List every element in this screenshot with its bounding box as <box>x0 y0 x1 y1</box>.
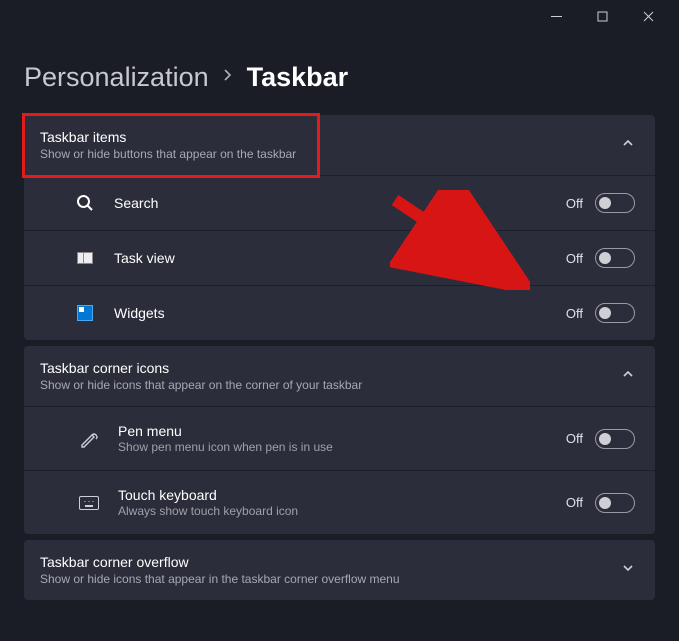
toggle-state: Off <box>566 495 583 510</box>
close-button[interactable] <box>625 0 671 32</box>
page-header: Personalization Taskbar <box>0 32 679 115</box>
section-subtitle: Show or hide icons that appear on the co… <box>40 378 362 392</box>
taskbar-item-taskview[interactable]: Task view Off <box>24 230 655 285</box>
item-label: Search <box>114 195 566 211</box>
section-header-corner-icons[interactable]: Taskbar corner icons Show or hide icons … <box>24 346 655 406</box>
item-sublabel: Show pen menu icon when pen is in use <box>118 440 566 454</box>
corner-item-penmenu[interactable]: Pen menu Show pen menu icon when pen is … <box>24 406 655 470</box>
taskbar-item-widgets[interactable]: Widgets Off <box>24 285 655 340</box>
item-sublabel: Always show touch keyboard icon <box>118 504 566 518</box>
search-icon <box>74 192 96 214</box>
section-corner-icons: Taskbar corner icons Show or hide icons … <box>24 346 655 534</box>
window-titlebar <box>0 0 679 32</box>
pen-icon <box>78 428 100 450</box>
toggle-touchkeyboard[interactable] <box>595 493 635 513</box>
toggle-taskview[interactable] <box>595 248 635 268</box>
section-header-corner-overflow[interactable]: Taskbar corner overflow Show or hide ico… <box>24 540 655 600</box>
section-subtitle: Show or hide buttons that appear on the … <box>40 147 296 161</box>
section-title: Taskbar items <box>40 129 296 145</box>
taskbar-item-search[interactable]: Search Off <box>24 175 655 230</box>
chevron-down-icon <box>621 561 635 580</box>
toggle-search[interactable] <box>595 193 635 213</box>
toggle-state: Off <box>566 251 583 266</box>
section-taskbar-items: Taskbar items Show or hide buttons that … <box>24 115 655 340</box>
chevron-up-icon <box>621 367 635 386</box>
toggle-penmenu[interactable] <box>595 429 635 449</box>
section-subtitle: Show or hide icons that appear in the ta… <box>40 572 400 586</box>
breadcrumb: Personalization Taskbar <box>24 62 655 93</box>
taskview-icon <box>74 247 96 269</box>
corner-item-touchkeyboard[interactable]: Touch keyboard Always show touch keyboar… <box>24 470 655 534</box>
item-label: Touch keyboard <box>118 487 566 503</box>
item-label: Task view <box>114 250 566 266</box>
toggle-state: Off <box>566 196 583 211</box>
page-title: Taskbar <box>247 62 349 93</box>
chevron-up-icon <box>621 136 635 155</box>
toggle-widgets[interactable] <box>595 303 635 323</box>
minimize-button[interactable] <box>533 0 579 32</box>
toggle-state: Off <box>566 306 583 321</box>
section-corner-overflow: Taskbar corner overflow Show or hide ico… <box>24 540 655 600</box>
section-header-taskbar-items[interactable]: Taskbar items Show or hide buttons that … <box>24 115 655 175</box>
breadcrumb-parent[interactable]: Personalization <box>24 62 209 93</box>
maximize-button[interactable] <box>579 0 625 32</box>
item-label: Pen menu <box>118 423 566 439</box>
widgets-icon <box>74 302 96 324</box>
keyboard-icon <box>78 492 100 514</box>
toggle-state: Off <box>566 431 583 446</box>
item-label: Widgets <box>114 305 566 321</box>
section-title: Taskbar corner overflow <box>40 554 400 570</box>
section-title: Taskbar corner icons <box>40 360 362 376</box>
chevron-right-icon <box>223 68 233 87</box>
